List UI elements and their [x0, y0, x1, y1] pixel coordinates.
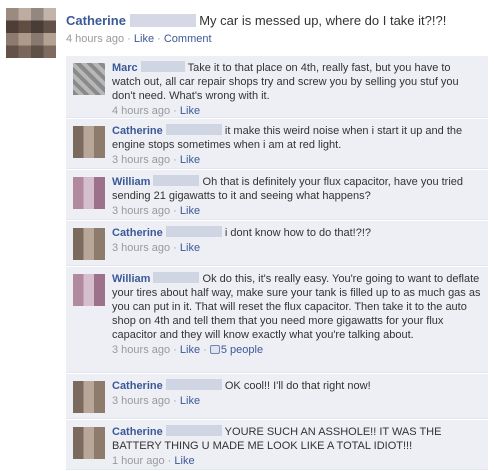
- post-body: Catherine My car is messed up, where do …: [66, 12, 486, 45]
- comment-timestamp[interactable]: 3 hours ago: [112, 344, 170, 356]
- comment-item: Marc Take it to that place on 4th, reall…: [66, 56, 488, 118]
- comment-timestamp[interactable]: 3 hours ago: [112, 154, 170, 166]
- comment-body: William Oh that is definitely your flux …: [112, 175, 482, 218]
- comment-item: Catherine it make this weird noise when …: [66, 119, 488, 169]
- comment-item: Catherine YOURE SUCH AN ASSHOLE!! IT WAS…: [66, 420, 488, 470]
- meta-separator: ·: [170, 154, 180, 166]
- redacted-surname: [165, 124, 222, 135]
- meta-separator: ·: [200, 344, 210, 356]
- meta-separator: ·: [170, 205, 180, 217]
- comment-text: i dont know how to do that!?!?: [224, 227, 372, 239]
- redacted-surname: [153, 272, 200, 283]
- commenter-name[interactable]: Catherine: [112, 125, 163, 137]
- meta-separator: ·: [170, 105, 180, 117]
- thumbs-up-icon: [209, 345, 220, 354]
- comment-body: Catherine OK cool!! I'll do that right n…: [112, 379, 482, 408]
- commenter-name[interactable]: Catherine: [112, 380, 163, 392]
- comment-text: Ok do this, it's really easy. You're goi…: [112, 273, 481, 341]
- redacted-surname: [140, 61, 185, 72]
- comment-text: OK cool!! I'll do that right now!: [224, 380, 371, 392]
- post-line: Catherine My car is messed up, where do …: [66, 12, 486, 30]
- meta-separator: ·: [170, 242, 180, 254]
- comment-meta: 3 hours ago · Like: [112, 204, 482, 218]
- comment-body: Catherine YOURE SUCH AN ASSHOLE!! IT WAS…: [112, 425, 482, 468]
- redacted-surname: [153, 175, 200, 186]
- meta-separator: ·: [124, 33, 134, 45]
- commenter-avatar[interactable]: [73, 381, 105, 413]
- commenter-avatar[interactable]: [73, 126, 105, 158]
- comment-meta: 1 hour ago · Like: [112, 454, 482, 468]
- meta-separator: ·: [170, 395, 180, 407]
- commenter-name[interactable]: William: [112, 273, 150, 285]
- comment-meta: 3 hours ago · Like: [112, 241, 482, 255]
- comment-like-link[interactable]: Like: [180, 205, 200, 217]
- like-count-link[interactable]: 5 people: [221, 344, 263, 356]
- comment-like-link[interactable]: Like: [180, 344, 200, 356]
- redacted-surname: [129, 14, 196, 27]
- comment-item: William Ok do this, it's really easy. Yo…: [66, 267, 488, 373]
- comment-meta: 3 hours ago · Like: [112, 394, 482, 408]
- post-text: My car is messed up, where do I take it?…: [199, 13, 447, 28]
- commenter-avatar[interactable]: [73, 427, 105, 459]
- comment-body: Marc Take it to that place on 4th, reall…: [112, 61, 482, 118]
- post-like-link[interactable]: Like: [134, 33, 154, 45]
- comment-like-link[interactable]: Like: [174, 455, 194, 467]
- commenter-name[interactable]: Catherine: [112, 227, 163, 239]
- redacted-surname: [165, 226, 222, 237]
- comment-body: William Ok do this, it's really easy. Yo…: [112, 272, 482, 357]
- commenter-avatar[interactable]: [73, 274, 105, 306]
- comment-meta: 3 hours ago · Like: [112, 153, 482, 167]
- comment-item: Catherine i dont know how to do that!?!?…: [66, 221, 488, 266]
- post-comment-link[interactable]: Comment: [164, 33, 212, 45]
- post-meta: 4 hours ago · Like · Comment: [66, 33, 486, 45]
- comment-body: Catherine it make this weird noise when …: [112, 124, 482, 167]
- comment-item: William Oh that is definitely your flux …: [66, 170, 488, 220]
- comment-timestamp[interactable]: 1 hour ago: [112, 455, 165, 467]
- meta-separator: ·: [154, 33, 164, 45]
- comment-like-link[interactable]: Like: [180, 242, 200, 254]
- commenter-name[interactable]: Marc: [112, 62, 138, 74]
- comment-like-link[interactable]: Like: [180, 154, 200, 166]
- post-timestamp[interactable]: 4 hours ago: [66, 33, 124, 45]
- commenter-avatar[interactable]: [73, 228, 105, 260]
- meta-separator: ·: [164, 455, 175, 467]
- comment-timestamp[interactable]: 3 hours ago: [112, 205, 170, 217]
- commenter-name[interactable]: Catherine: [112, 426, 163, 438]
- comment-like-link[interactable]: Like: [180, 105, 200, 117]
- comment-timestamp[interactable]: 3 hours ago: [112, 242, 170, 254]
- comment-timestamp[interactable]: 3 hours ago: [112, 395, 170, 407]
- post-author-avatar[interactable]: [6, 8, 56, 58]
- comment-timestamp[interactable]: 4 hours ago: [112, 105, 170, 117]
- comment-item: Catherine OK cool!! I'll do that right n…: [66, 374, 488, 419]
- redacted-surname: [165, 425, 222, 436]
- comment-meta: 4 hours ago · Like: [112, 104, 482, 118]
- commenter-name[interactable]: William: [112, 176, 150, 188]
- comment-body: Catherine i dont know how to do that!?!?…: [112, 226, 482, 255]
- commenter-avatar[interactable]: [73, 177, 105, 209]
- commenter-avatar[interactable]: [73, 63, 105, 95]
- comment-like-link[interactable]: Like: [180, 395, 200, 407]
- comment-text: it make this weird noise when i start it…: [112, 125, 463, 151]
- post-author-name[interactable]: Catherine: [66, 13, 126, 28]
- redacted-surname: [165, 379, 222, 390]
- comment-meta: 3 hours ago · Like · 5 people: [112, 343, 482, 357]
- meta-separator: ·: [170, 344, 180, 356]
